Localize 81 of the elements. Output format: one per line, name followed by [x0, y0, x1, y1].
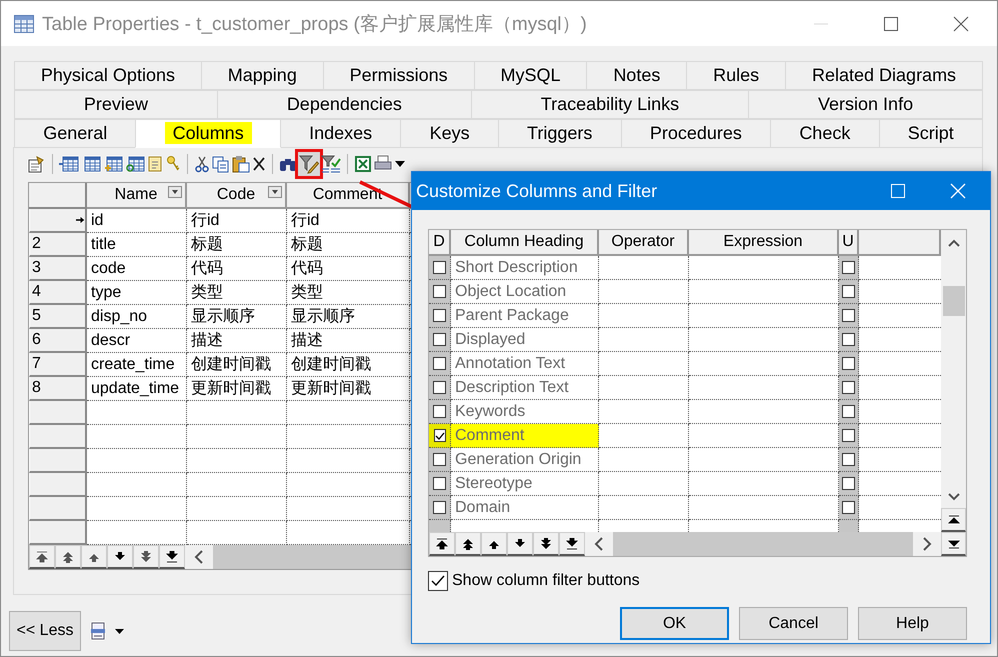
column-heading-cell: Generation Origin	[451, 448, 599, 472]
table-cell: update_time	[87, 377, 187, 401]
column-header[interactable]: Code	[187, 183, 287, 209]
table-cell: 行id	[287, 209, 410, 233]
column-header[interactable]: Name	[87, 183, 187, 209]
table-cell: 代码	[187, 257, 287, 281]
table-cell: 创建时间戳	[287, 353, 410, 377]
table-cell: 描述	[287, 329, 410, 353]
table-cell: id	[87, 209, 187, 233]
less-button[interactable]: << Less	[9, 611, 81, 651]
column-header[interactable]: U	[839, 230, 859, 256]
table-cell: create_time	[87, 353, 187, 377]
checkbox-label: Show column filter buttons	[452, 572, 640, 590]
column-heading-cell: Description Text	[451, 376, 599, 400]
column-heading-cell: Object Location	[451, 280, 599, 304]
dialog-button[interactable]: Cancel	[739, 607, 848, 640]
row-number: 5	[32, 307, 41, 325]
dialog-button[interactable]: Help	[858, 607, 967, 640]
column-header[interactable]: D	[429, 230, 451, 256]
table-cell: 显示顺序	[287, 305, 410, 329]
column-heading-cell: Short Description	[451, 256, 599, 280]
table-cell: code	[87, 257, 187, 281]
tab[interactable]: Traceability Links	[470, 90, 750, 119]
table-cell: 类型	[287, 281, 410, 305]
tab[interactable]: Related Diagrams	[785, 61, 983, 90]
column-heading-cell: Stereotype	[451, 472, 599, 496]
column-label: Name	[114, 186, 158, 204]
tab[interactable]: General	[14, 119, 136, 148]
tab[interactable]: Script	[878, 119, 983, 148]
column-header[interactable]: Operator	[599, 230, 689, 256]
table-cell: type	[87, 281, 187, 305]
tab[interactable]: Version Info	[748, 90, 984, 119]
table-cell: 标题	[187, 233, 287, 257]
table-cell: 类型	[187, 281, 287, 305]
table-cell: 标题	[287, 233, 410, 257]
table-cell: title	[87, 233, 187, 257]
row-number: 6	[32, 331, 41, 349]
column-heading-cell: Parent Package	[451, 304, 599, 328]
table-cell: descr	[87, 329, 187, 353]
tab[interactable]: Notes	[586, 61, 688, 90]
tab[interactable]: Physical Options	[14, 61, 202, 90]
tab[interactable]: Preview	[14, 90, 218, 119]
tab[interactable]: Mapping	[200, 61, 324, 90]
table-cell: 描述	[187, 329, 287, 353]
column-heading-cell: Displayed	[451, 328, 599, 352]
row-number: 3	[32, 259, 41, 277]
tab[interactable]: Dependencies	[216, 90, 472, 119]
tab[interactable]: Columns	[135, 119, 281, 148]
row-header[interactable]: 4	[29, 281, 87, 305]
table-cell: 更新时间戳	[287, 377, 410, 401]
row-header[interactable]: 3	[29, 257, 87, 281]
window-title: Table Properties - t_customer_props (客户扩展属性库（mysql）)	[42, 12, 587, 36]
row-header[interactable]: 7	[29, 353, 87, 377]
table-cell: 显示顺序	[187, 305, 287, 329]
dialog-button[interactable]: OK	[620, 607, 729, 640]
tab[interactable]: Rules	[686, 61, 786, 90]
row-header[interactable]: 6	[29, 329, 87, 353]
table-cell: 行id	[187, 209, 287, 233]
column-header[interactable]: Column Heading	[451, 230, 599, 256]
column-label: Comment	[312, 186, 382, 204]
row-number: 8	[32, 379, 41, 397]
dialog-title: Customize Columns and Filter	[416, 180, 658, 202]
row-number: 2	[32, 235, 41, 253]
column-heading-cell: Comment	[451, 424, 599, 448]
column-label: Code	[216, 186, 256, 204]
column-header[interactable]: Expression	[689, 230, 839, 256]
column-header[interactable]: Comment	[287, 183, 410, 209]
column-heading-cell: Annotation Text	[451, 352, 599, 376]
row-header[interactable]: 2	[29, 233, 87, 257]
table-cell: 代码	[287, 257, 410, 281]
row-header[interactable]: 8	[29, 377, 87, 401]
table-cell: disp_no	[87, 305, 187, 329]
table-cell: 更新时间戳	[187, 377, 287, 401]
row-number: 4	[32, 283, 41, 301]
tab[interactable]: MySQL	[474, 61, 588, 90]
column-heading-cell: Domain	[451, 496, 599, 520]
row-number: 7	[32, 355, 41, 373]
tab[interactable]: Permissions	[322, 61, 475, 90]
show-filter-buttons-checkbox[interactable]: Show column filter buttons	[428, 571, 967, 591]
table-cell: 创建时间戳	[187, 353, 287, 377]
row-header[interactable]: 5	[29, 305, 87, 329]
